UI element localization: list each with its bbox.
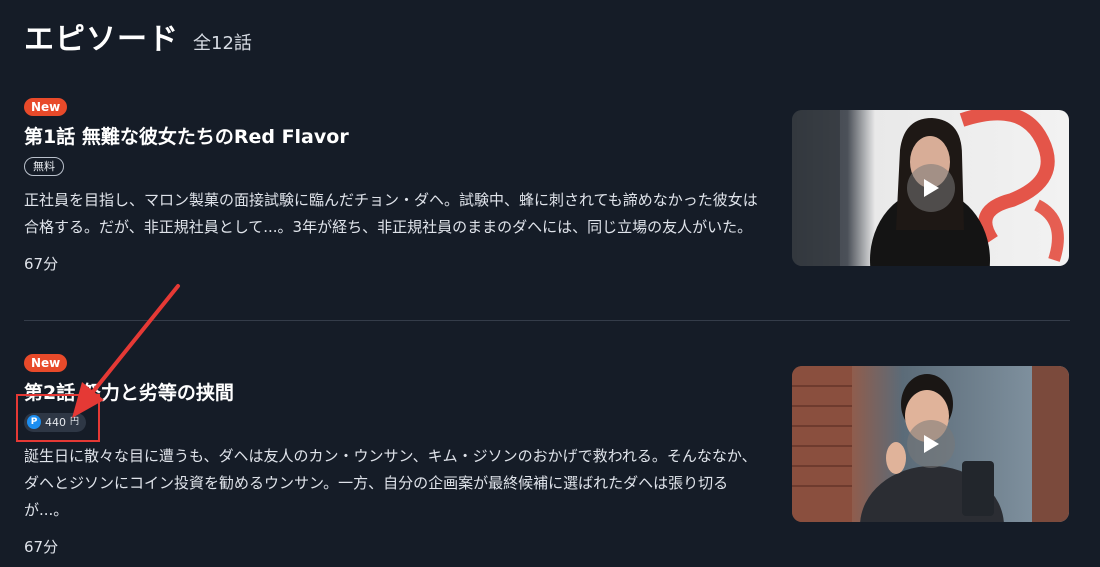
episode-duration: 67分 bbox=[24, 538, 59, 556]
episodes-header: エピソード 全12話 bbox=[24, 14, 252, 58]
free-badge: 無料 bbox=[24, 156, 64, 176]
episode-thumbnail-2[interactable] bbox=[792, 366, 1069, 522]
play-button[interactable] bbox=[906, 164, 955, 212]
new-badge: New bbox=[24, 98, 68, 116]
episode-description: 正社員を目指し、マロン製菓の面接試験に臨んだチョン・ダヘ。試験中、蜂に刺されても… bbox=[24, 191, 758, 236]
episode-description: 誕生日に散々な目に遭うも、ダヘは友人のカン・ウンサン、キム・ジソンのおかげで救わ… bbox=[24, 447, 757, 519]
play-icon bbox=[923, 435, 939, 453]
page-title: エピソード bbox=[24, 22, 179, 57]
episode-count: 全12話 bbox=[193, 33, 252, 54]
episode-thumbnail-1[interactable] bbox=[792, 110, 1069, 266]
annotation-highlight-box bbox=[16, 394, 100, 442]
episode-divider bbox=[24, 320, 1070, 321]
play-button[interactable] bbox=[906, 420, 955, 468]
play-icon bbox=[923, 179, 939, 197]
new-badge: New bbox=[24, 354, 68, 372]
